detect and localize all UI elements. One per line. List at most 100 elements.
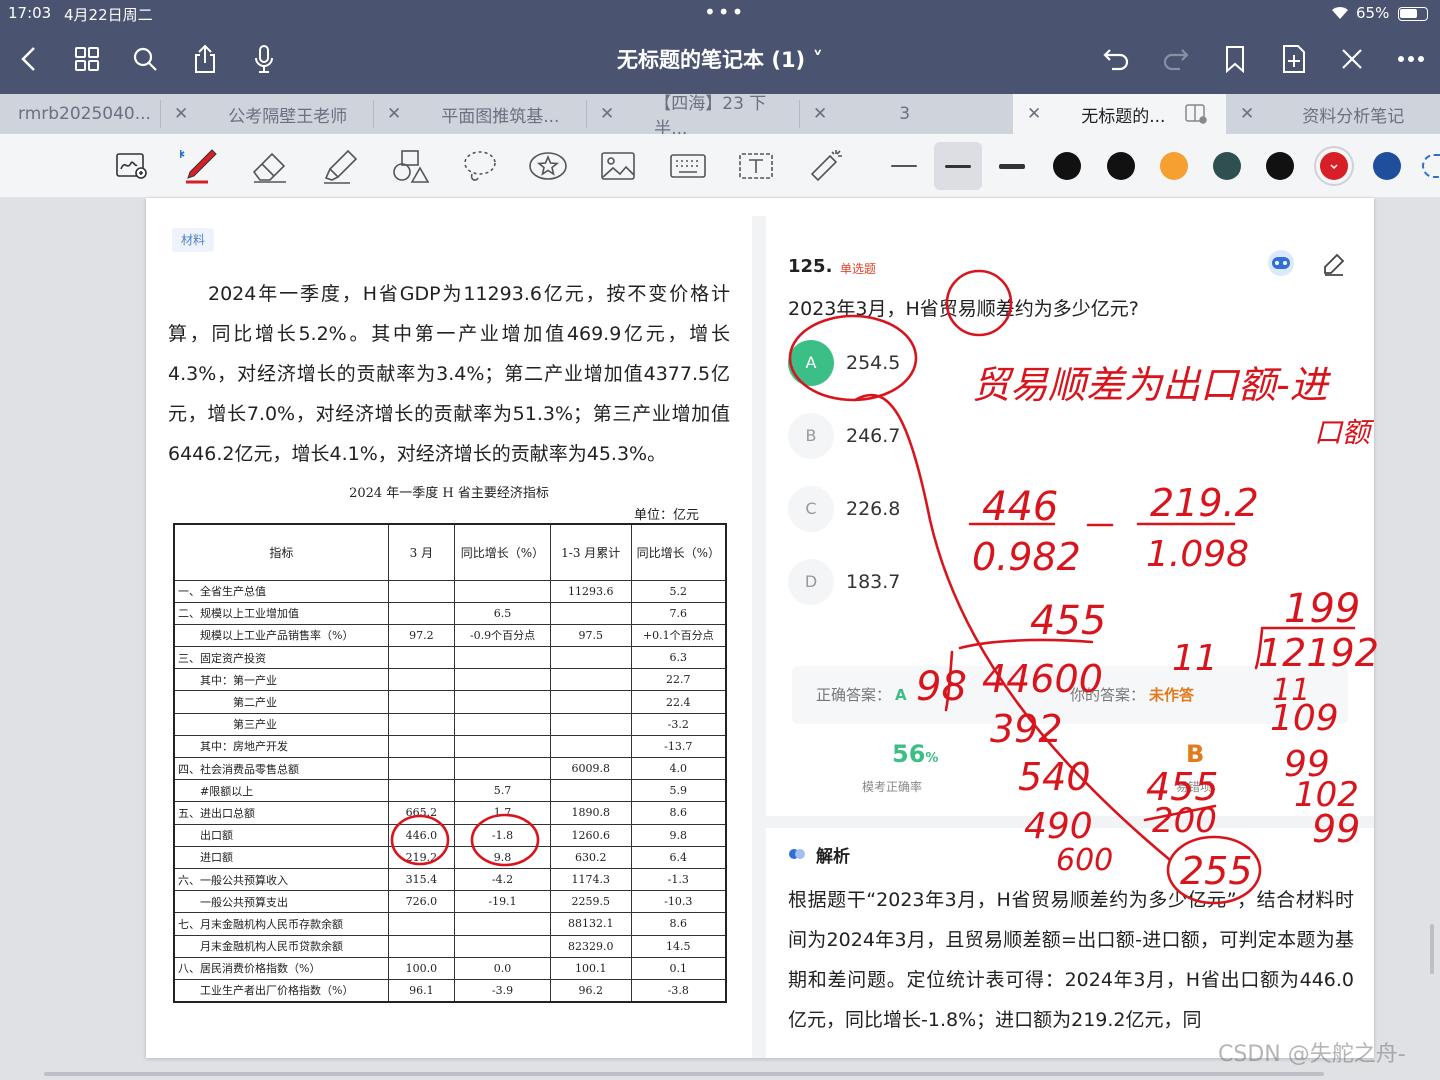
indicator-value bbox=[454, 579, 551, 603]
color-swatch-dark-teal[interactable] bbox=[1213, 152, 1241, 180]
option-a[interactable]: A 254.5 bbox=[788, 340, 1088, 390]
ai-assistant-icon[interactable] bbox=[1266, 248, 1296, 278]
close-icon[interactable]: ✕ bbox=[813, 104, 827, 124]
close-icon[interactable]: ✕ bbox=[387, 104, 401, 124]
indicator-name: 三、固定资产投资 bbox=[173, 646, 389, 670]
accuracy-rate-value: 56 bbox=[892, 740, 926, 768]
close-icon[interactable]: ✕ bbox=[174, 104, 188, 124]
option-letter: A bbox=[788, 340, 834, 386]
lasso-icon[interactable] bbox=[458, 146, 502, 186]
table-row: 进口额 219.2 9.8 630.2 6.4 bbox=[173, 845, 727, 869]
table-row: 月末金融机构人民币贷款余额 82329.0 14.5 bbox=[173, 934, 727, 958]
indicator-value: 630.2 bbox=[549, 845, 632, 869]
tab-gongkao[interactable]: ✕ 公考隔壁王老师 bbox=[160, 94, 373, 134]
indicator-value bbox=[454, 668, 551, 692]
keyboard-icon[interactable] bbox=[666, 146, 710, 186]
indicator-name: 一、全省生产总值 bbox=[173, 579, 389, 603]
more-colors-icon[interactable] bbox=[1422, 154, 1440, 178]
indicator-value bbox=[454, 734, 551, 759]
indicator-value: 6009.8 bbox=[549, 756, 632, 781]
text-box-icon[interactable] bbox=[734, 146, 778, 186]
undo-icon[interactable] bbox=[1100, 42, 1134, 76]
tab-ziliao[interactable]: ✕ 资料分析笔记 bbox=[1226, 94, 1440, 134]
sticker-icon[interactable] bbox=[526, 146, 570, 186]
close-icon[interactable]: ✕ bbox=[1240, 104, 1254, 124]
more-icon[interactable] bbox=[1394, 42, 1428, 76]
indicator-value: 6.4 bbox=[630, 845, 727, 869]
indicator-value: +0.1个百分点 bbox=[630, 623, 727, 648]
laser-pointer-icon[interactable] bbox=[804, 146, 848, 186]
indicator-value: 5.2 bbox=[630, 579, 727, 603]
indicator-value: 1.7 bbox=[454, 801, 551, 825]
table-header: 同比增长（%） bbox=[630, 523, 727, 581]
panel-divider bbox=[752, 216, 766, 1058]
shapes-icon[interactable] bbox=[388, 146, 432, 186]
image-icon[interactable] bbox=[596, 146, 640, 186]
question-number: 125. bbox=[788, 256, 833, 277]
add-page-icon[interactable] bbox=[1277, 42, 1311, 76]
indicator-value bbox=[549, 668, 632, 692]
table-row: 一、全省生产总值 11293.6 5.2 bbox=[173, 579, 727, 603]
color-swatch-black[interactable] bbox=[1053, 152, 1081, 180]
handwriting-zoom-icon[interactable] bbox=[110, 146, 154, 186]
table-header: 1-3 月累计 bbox=[549, 523, 632, 581]
answer-summary: 正确答案： A 你的答案： 未作答 bbox=[792, 666, 1348, 724]
pen-tool-icon[interactable]: ✱ bbox=[178, 146, 222, 186]
tab-label: 资料分析笔记 bbox=[1302, 106, 1405, 127]
tab-sihai[interactable]: ✕ 【四海】23 下半... bbox=[586, 94, 799, 139]
question-type: 单选题 bbox=[840, 262, 877, 276]
table-row: 规模以上工业产品销售率（%） 97.2 -0.9个百分点 97.5 +0.1个百分点 bbox=[173, 623, 727, 648]
analysis-text: 根据题干“2023年3月，H省贸易顺差约为多少亿元”，结合材料时间为2024年3… bbox=[788, 889, 1354, 1031]
color-swatch-blue[interactable] bbox=[1373, 152, 1401, 180]
stroke-medium[interactable] bbox=[934, 142, 982, 190]
indicator-name: 第三产业 bbox=[173, 712, 389, 736]
analysis-title: 解析 bbox=[816, 847, 850, 867]
multitask-dots-icon[interactable]: ••• bbox=[704, 0, 745, 24]
battery-percent: 65% bbox=[1356, 4, 1390, 22]
indicator-value bbox=[387, 690, 456, 714]
indicator-name: 其中：第一产业 bbox=[173, 668, 389, 692]
indicator-value bbox=[387, 912, 456, 936]
redo-icon[interactable] bbox=[1158, 42, 1192, 76]
indicator-value: -1.8 bbox=[454, 823, 551, 847]
tab-bar: rmrb2025040... ✕ 公考隔壁王老师 ✕ 平面图推筑基... ✕ 【四海】… bbox=[0, 94, 1440, 139]
tab-pingmian[interactable]: ✕ 平面图推筑基... bbox=[373, 94, 586, 134]
split-view-icon[interactable] bbox=[1185, 104, 1208, 124]
color-swatch-black-2[interactable] bbox=[1107, 152, 1135, 180]
bookmark-icon[interactable] bbox=[1218, 42, 1252, 76]
eraser-icon[interactable] bbox=[248, 146, 292, 186]
highlighter-icon[interactable] bbox=[318, 146, 362, 186]
notebook-page[interactable]: 材料 2024年一季度，H省GDP为11293.6亿元，按不变价格计算，同比增长… bbox=[146, 198, 1374, 1058]
tab-untitled-active[interactable]: ✕ 无标题的... bbox=[1013, 94, 1226, 134]
accuracy-rate: 56% bbox=[892, 740, 938, 768]
option-d[interactable]: D 183.7 bbox=[788, 559, 1088, 609]
option-c[interactable]: C 226.8 bbox=[788, 486, 1088, 536]
indicator-value: 88132.1 bbox=[549, 912, 632, 936]
indicator-value: 9.8 bbox=[454, 845, 551, 869]
tools-off-icon[interactable] bbox=[1335, 42, 1369, 76]
option-b[interactable]: B 246.7 bbox=[788, 413, 1088, 463]
vertical-scrollbar[interactable] bbox=[1430, 924, 1434, 974]
tab-rmrb[interactable]: rmrb2025040... bbox=[0, 94, 160, 134]
material-text: 2024年一季度，H省GDP为11293.6亿元，按不变价格计算，同比增长5.2… bbox=[168, 283, 730, 465]
stroke-thick[interactable] bbox=[988, 142, 1036, 190]
horizontal-scrollbar[interactable] bbox=[44, 1072, 1324, 1076]
table-row: 七、月末金融机构人民币存款余额 88132.1 8.6 bbox=[173, 912, 727, 936]
indicator-name: 八、居民消费价格指数（%） bbox=[173, 956, 389, 980]
color-swatch-orange[interactable] bbox=[1160, 152, 1188, 180]
edit-icon[interactable] bbox=[1322, 252, 1346, 276]
svg-text:✱: ✱ bbox=[180, 148, 185, 161]
indicator-value: 22.7 bbox=[630, 668, 727, 692]
close-icon[interactable]: ✕ bbox=[1027, 104, 1041, 124]
accuracy-rate-unit: % bbox=[925, 751, 939, 766]
stroke-thin[interactable] bbox=[880, 142, 928, 190]
indicator-value bbox=[387, 712, 456, 736]
tab-3[interactable]: ✕ 3 bbox=[799, 94, 1013, 134]
indicator-value: 8.6 bbox=[630, 801, 727, 825]
color-swatch-black-3[interactable] bbox=[1266, 152, 1294, 180]
analysis-icon bbox=[789, 849, 805, 859]
color-swatch-red[interactable] bbox=[1320, 152, 1348, 180]
option-letter: B bbox=[788, 413, 834, 459]
close-icon[interactable]: ✕ bbox=[600, 104, 614, 124]
table-row: 一般公共预算支出 726.0 -19.1 2259.5 -10.3 bbox=[173, 890, 727, 914]
